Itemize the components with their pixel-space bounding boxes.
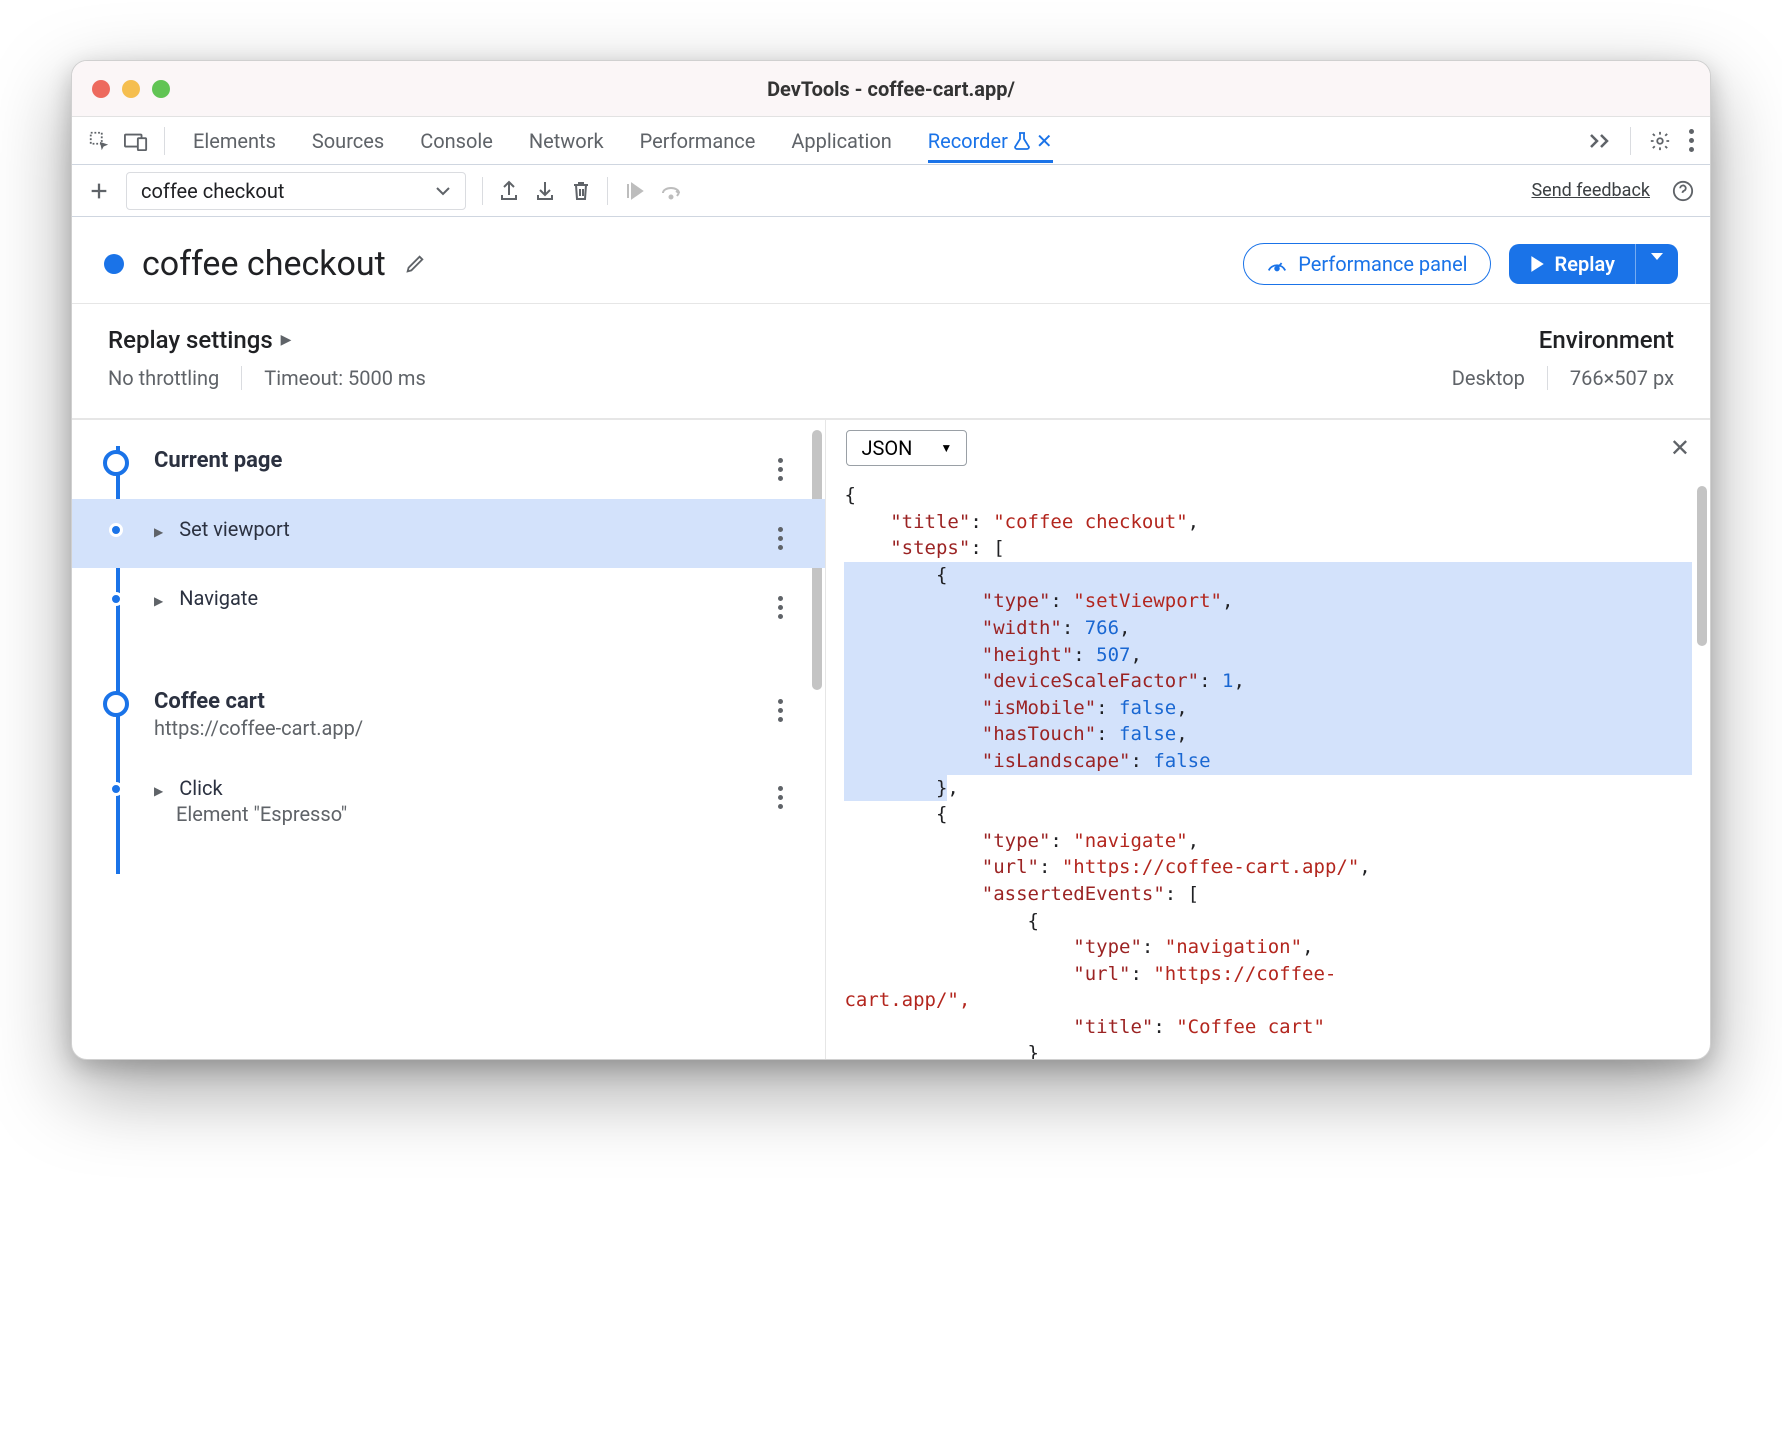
help-icon[interactable]	[1672, 180, 1694, 202]
step-more-icon[interactable]	[778, 448, 783, 481]
continue-icon[interactable]	[624, 181, 644, 201]
code-format-value: JSON	[861, 436, 912, 460]
maximize-window-button[interactable]	[152, 80, 170, 98]
chevron-down-icon	[435, 186, 451, 196]
export-icon[interactable]	[499, 180, 519, 202]
tab-application[interactable]: Application	[791, 119, 891, 163]
step-more-icon[interactable]	[778, 689, 783, 722]
timeline-marker-icon	[103, 691, 129, 717]
panel-tabs: Elements Sources Console Network Perform…	[193, 119, 1578, 163]
play-icon	[1529, 255, 1545, 273]
tab-network[interactable]: Network	[529, 119, 604, 163]
replay-button-group: Replay	[1509, 244, 1678, 284]
step-group-url: https://coffee-cart.app/	[154, 716, 756, 740]
recording-status-dot	[104, 254, 124, 274]
performance-panel-label: Performance panel	[1298, 252, 1467, 276]
timeline-marker-icon	[103, 450, 129, 476]
device-toolbar-icon[interactable]	[124, 131, 148, 151]
environment-dimensions: 766×507 px	[1570, 366, 1674, 390]
caret-down-icon: ▼	[940, 441, 952, 455]
step-label: Navigate	[179, 586, 258, 610]
traffic-lights	[92, 80, 170, 98]
close-code-pane-icon[interactable]: ✕	[1670, 434, 1690, 462]
step-click[interactable]: Click Element "Espresso"	[100, 758, 813, 844]
step-group-title: Current page	[154, 448, 756, 473]
environment-heading: Environment	[1452, 326, 1674, 354]
throttling-value: No throttling	[108, 366, 219, 390]
caret-down-icon	[1650, 252, 1664, 262]
expand-caret-icon[interactable]	[154, 517, 171, 541]
edit-title-icon[interactable]	[404, 253, 426, 275]
settings-gear-icon[interactable]	[1649, 130, 1671, 152]
step-group-current-page[interactable]: Current page	[100, 430, 813, 499]
more-tabs-icon[interactable]	[1588, 132, 1612, 150]
devtools-window: DevTools - coffee-cart.app/ Elements Sou…	[71, 60, 1711, 1060]
expand-caret-icon[interactable]	[154, 586, 171, 610]
step-more-icon[interactable]	[778, 776, 783, 809]
expand-caret-icon[interactable]	[154, 776, 171, 800]
step-set-viewport[interactable]: Set viewport	[72, 499, 825, 568]
scrollbar-thumb[interactable]	[1697, 486, 1707, 646]
step-over-icon[interactable]	[660, 182, 682, 200]
replay-label: Replay	[1555, 252, 1615, 276]
recording-select-value: coffee checkout	[141, 179, 284, 203]
timeout-value: Timeout: 5000 ms	[264, 366, 426, 390]
recording-header: coffee checkout Performance panel Replay	[72, 217, 1710, 303]
tab-performance[interactable]: Performance	[640, 119, 756, 163]
split-pane: Current page Set viewport Navigate	[72, 419, 1710, 1059]
step-label: Set viewport	[179, 517, 290, 541]
environment-device: Desktop	[1452, 366, 1525, 390]
timeline-dot-icon	[109, 592, 123, 606]
minimize-window-button[interactable]	[122, 80, 140, 98]
json-code-block: { "title": "coffee checkout", "steps": […	[844, 482, 1692, 1059]
tab-sources[interactable]: Sources	[312, 119, 384, 163]
tab-console[interactable]: Console	[420, 119, 493, 163]
window-title: DevTools - coffee-cart.app/	[72, 77, 1710, 101]
step-more-icon[interactable]	[778, 586, 783, 619]
delete-icon[interactable]	[571, 180, 591, 202]
inspect-element-icon[interactable]	[88, 130, 110, 152]
step-label: Click	[179, 776, 222, 800]
code-pane-header: JSON ▼ ✕	[826, 420, 1710, 476]
import-icon[interactable]	[535, 180, 555, 202]
recorder-toolbar: coffee checkout Send feedback	[72, 165, 1710, 217]
caret-right-icon: ▶	[281, 332, 292, 348]
devtools-tabs-row: Elements Sources Console Network Perform…	[72, 117, 1710, 165]
gauge-icon	[1266, 254, 1288, 274]
settings-row: Replay settings ▶ No throttling Timeout:…	[72, 303, 1710, 419]
timeline-dot-icon	[109, 782, 123, 796]
step-group-coffee-cart[interactable]: Coffee cart https://coffee-cart.app/	[100, 671, 813, 758]
timeline-dot-icon	[109, 523, 123, 537]
steps-pane: Current page Set viewport Navigate	[72, 420, 825, 1059]
close-window-button[interactable]	[92, 80, 110, 98]
new-recording-icon[interactable]	[88, 180, 110, 202]
close-tab-icon[interactable]: ✕	[1036, 129, 1053, 153]
titlebar: DevTools - coffee-cart.app/	[72, 61, 1710, 117]
step-navigate[interactable]: Navigate	[100, 568, 813, 637]
step-detail: Element "Espresso"	[154, 802, 756, 826]
replay-settings-heading[interactable]: Replay settings ▶	[108, 326, 426, 354]
code-format-select[interactable]: JSON ▼	[846, 430, 967, 466]
recording-select[interactable]: coffee checkout	[126, 172, 466, 210]
recording-title: coffee checkout	[142, 244, 386, 284]
send-feedback-link[interactable]: Send feedback	[1531, 180, 1650, 201]
step-group-title: Coffee cart	[154, 689, 756, 714]
code-scroll[interactable]: { "title": "coffee checkout", "steps": […	[826, 476, 1710, 1059]
replay-button[interactable]: Replay	[1509, 244, 1635, 284]
flask-icon	[1014, 132, 1030, 150]
replay-options-caret[interactable]	[1635, 244, 1678, 284]
performance-panel-button[interactable]: Performance panel	[1243, 243, 1490, 285]
replay-settings-label: Replay settings	[108, 326, 273, 354]
tab-elements[interactable]: Elements	[193, 119, 276, 163]
tab-recorder[interactable]: Recorder ✕	[928, 119, 1053, 163]
kebab-menu-icon[interactable]	[1689, 129, 1694, 152]
code-pane: JSON ▼ ✕ { "title": "coffee checkout", "…	[825, 420, 1710, 1059]
tab-recorder-label: Recorder	[928, 129, 1008, 153]
step-more-icon[interactable]	[778, 517, 783, 550]
